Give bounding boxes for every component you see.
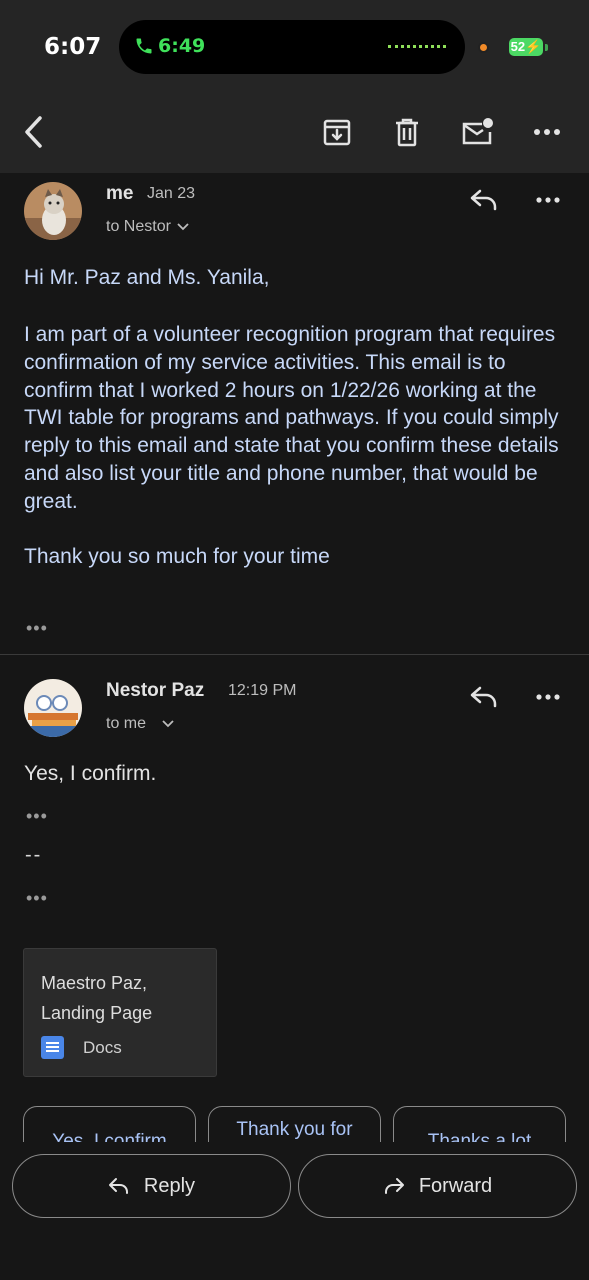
smart-reply-chip[interactable]: Thank you for <box>208 1106 381 1142</box>
recipients-toggle[interactable]: to me <box>106 715 174 733</box>
closing-text: Thank you so much for your time <box>24 545 330 568</box>
more-options-button[interactable] <box>530 115 564 149</box>
forward-action-label: Forward <box>418 1174 493 1197</box>
message-body: I am part of a volunteer recognition pro… <box>24 323 559 513</box>
back-button[interactable] <box>16 115 50 149</box>
chevron-down-icon <box>162 720 174 728</box>
chevron-down-icon <box>177 223 189 231</box>
call-timer-text: 6:49 <box>158 35 206 57</box>
reply-button[interactable] <box>467 185 501 215</box>
reply-icon <box>470 686 497 708</box>
email-toolbar <box>0 95 589 173</box>
recipients-label: to Nestor <box>106 218 171 235</box>
attachment-title: Maestro Paz, Landing Page <box>41 973 153 1023</box>
more-horizontal-icon <box>536 197 560 203</box>
sender-name: me <box>106 183 134 204</box>
battery-level: 52 <box>510 39 526 54</box>
reply-action-button[interactable]: Reply <box>12 1154 291 1218</box>
message-date: 12:19 PM <box>228 682 297 699</box>
more-horizontal-icon <box>534 129 560 135</box>
message-more-button[interactable] <box>531 185 565 215</box>
message-date: Jan 23 <box>147 185 196 202</box>
archive-button[interactable] <box>320 115 354 149</box>
reply-button[interactable] <box>467 682 501 712</box>
forward-icon <box>384 1178 404 1194</box>
recipients-toggle[interactable]: to Nestor <box>106 218 189 236</box>
attachment-type: Docs <box>83 1038 122 1057</box>
mark-unread-button[interactable] <box>460 115 494 149</box>
cat-photo-avatar <box>24 182 82 240</box>
audio-waveform-icon <box>388 45 446 48</box>
recipients-label: to me <box>106 715 147 732</box>
battery-icon: 52⚡ <box>509 38 548 56</box>
message-divider <box>0 654 589 655</box>
trash-icon <box>396 118 418 147</box>
phone-icon <box>136 38 152 54</box>
smart-reply-chip[interactable]: Thanks a lot <box>393 1106 566 1142</box>
sender-name: Nestor Paz <box>106 680 205 701</box>
delete-button[interactable] <box>390 115 424 149</box>
smart-reply-chips: Yes, I confirm Thank you for Thanks a lo… <box>0 1100 589 1142</box>
smart-reply-chip[interactable]: Yes, I confirm <box>23 1106 196 1142</box>
avatar[interactable] <box>24 679 82 737</box>
forward-action-button[interactable]: Forward <box>298 1154 577 1218</box>
avatar[interactable] <box>24 182 82 240</box>
signature-separator: -- <box>25 844 43 866</box>
greeting-text: Hi Mr. Paz and Ms. Yanila, <box>24 266 270 289</box>
camera-indicator-icon <box>478 42 489 53</box>
show-trimmed-content-button[interactable]: ••• <box>26 619 48 637</box>
status-bar: 6:07 6:49 52⚡ <box>0 0 589 95</box>
reply-icon <box>108 1178 128 1194</box>
mark-unread-icon <box>462 118 493 145</box>
reply-icon <box>470 189 497 211</box>
more-horizontal-icon <box>536 694 560 700</box>
google-docs-icon <box>41 1036 64 1059</box>
illustration-avatar <box>24 679 82 737</box>
archive-icon <box>323 119 351 146</box>
call-indicator[interactable]: 6:49 <box>134 35 205 57</box>
back-arrow-icon <box>25 116 42 148</box>
message-body: Yes, I confirm. <box>24 762 157 785</box>
show-trimmed-content-button[interactable]: ••• <box>26 807 48 825</box>
attachment-card[interactable]: Maestro Paz, Landing Page Docs <box>23 948 217 1077</box>
reply-action-label: Reply <box>143 1174 196 1197</box>
message-more-button[interactable] <box>531 682 565 712</box>
show-trimmed-content-button[interactable]: ••• <box>26 889 48 907</box>
status-time: 6:07 <box>44 34 102 60</box>
